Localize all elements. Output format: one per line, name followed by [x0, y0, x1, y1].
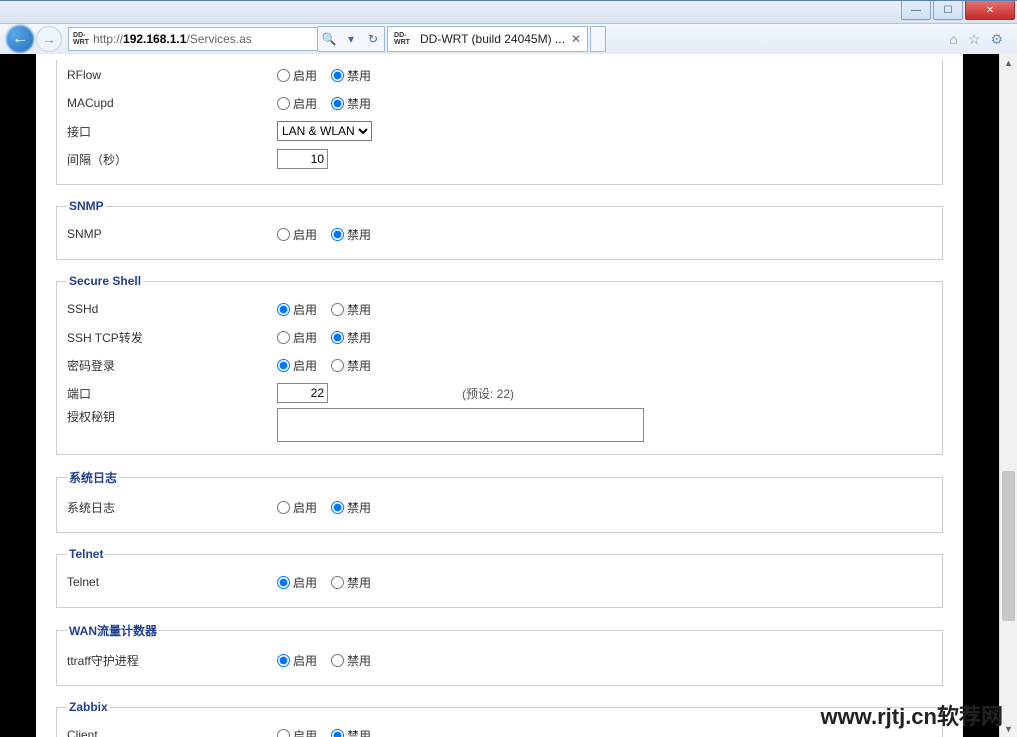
- radio-snmp-disable[interactable]: 禁用: [331, 226, 371, 243]
- search-icon[interactable]: 🔍: [318, 32, 340, 46]
- radio-sshd-enable[interactable]: 启用: [277, 301, 317, 318]
- section-title-ssh: Secure Shell: [67, 274, 143, 288]
- tab-title: DD-WRT (build 24045M) ...: [420, 32, 565, 46]
- section-rflow: RFlow 启用 禁用 MACupd 启用 禁用: [56, 60, 943, 185]
- close-button[interactable]: ✕: [965, 1, 1015, 20]
- radio-snmp-enable[interactable]: 启用: [277, 226, 317, 243]
- radio-telnet-disable[interactable]: 禁用: [331, 574, 371, 591]
- radio-ttraff-disable[interactable]: 禁用: [331, 652, 371, 669]
- label-interface: 接口: [67, 123, 277, 140]
- arrow-right-icon: →: [42, 31, 56, 47]
- browser-tab[interactable]: DD- WRT DD-WRT (build 24045M) ... ✕: [387, 26, 588, 52]
- arrow-left-icon: ←: [12, 30, 28, 48]
- label-pwlogin: 密码登录: [67, 357, 277, 374]
- label-port: 端口: [67, 385, 277, 402]
- section-telnet: Telnet Telnet 启用 禁用: [56, 547, 943, 608]
- new-tab-button[interactable]: [590, 26, 606, 52]
- radio-sshd-disable[interactable]: 禁用: [331, 301, 371, 318]
- page-scroll: RFlow / MACupd RFlow 启用 禁用 MACupd: [0, 54, 999, 737]
- minimize-button[interactable]: —: [901, 1, 931, 20]
- label-macupd: MACupd: [67, 96, 277, 110]
- textarea-authkeys[interactable]: [277, 408, 644, 442]
- section-title-snmp: SNMP: [67, 199, 106, 213]
- section-ssh: Secure Shell SSHd 启用 禁用 SSH TCP转发 启用: [56, 274, 943, 455]
- radio-syslog-disable[interactable]: 禁用: [331, 499, 371, 516]
- label-syslog: 系统日志: [67, 499, 277, 516]
- dropdown-icon[interactable]: ▾: [340, 32, 362, 46]
- section-title-wan: WAN流量计数器: [67, 622, 159, 639]
- section-zabbix: Zabbix Client 启用 禁用: [56, 700, 943, 737]
- input-ssh-port[interactable]: [277, 383, 328, 403]
- label-interval: 间隔（秒）: [67, 151, 277, 168]
- maximize-button[interactable]: ☐: [933, 1, 963, 20]
- tab-close-icon[interactable]: ✕: [571, 32, 581, 46]
- input-interval[interactable]: [277, 149, 328, 169]
- section-wan: WAN流量计数器 ttraff守护进程 启用 禁用: [56, 622, 943, 686]
- radio-rflow-disable[interactable]: 禁用: [331, 67, 371, 84]
- nav-bar: ← → DD- WRT http://192.168.1.1/Services.…: [0, 24, 1017, 55]
- section-title-zabbix: Zabbix: [67, 700, 110, 714]
- label-ttraff: ttraff守护进程: [67, 652, 277, 669]
- url-text: http://192.168.1.1/Services.as: [93, 32, 313, 46]
- radio-macupd-enable[interactable]: 启用: [277, 95, 317, 112]
- section-snmp: SNMP SNMP 启用 禁用: [56, 199, 943, 260]
- site-favicon: DD- WRT: [73, 31, 89, 47]
- scroll-up-icon[interactable]: ▲: [1000, 54, 1017, 71]
- select-interface[interactable]: LAN & WLAN: [277, 121, 372, 141]
- viewport: RFlow / MACupd RFlow 启用 禁用 MACupd: [0, 54, 1017, 737]
- address-bar[interactable]: DD- WRT http://192.168.1.1/Services.as: [68, 27, 318, 51]
- refresh-icon[interactable]: ↻: [362, 32, 384, 46]
- radio-syslog-enable[interactable]: 启用: [277, 499, 317, 516]
- radio-tcpfwd-enable[interactable]: 启用: [277, 329, 317, 346]
- scroll-down-icon[interactable]: ▼: [1000, 720, 1017, 737]
- home-icon[interactable]: ⌂: [949, 31, 957, 48]
- app-window: — ☐ ✕ ← → DD- WRT http://192.168.1.1/Ser…: [0, 0, 1017, 737]
- radio-ttraff-enable[interactable]: 启用: [277, 652, 317, 669]
- radio-tcpfwd-disable[interactable]: 禁用: [331, 329, 371, 346]
- toolbar-right: ⌂ ☆ ⚙: [949, 31, 1011, 48]
- hint-port-default: (预设: 22): [462, 385, 514, 402]
- section-title-syslog: 系统日志: [67, 469, 119, 486]
- label-sshd: SSHd: [67, 302, 277, 316]
- window-caption: — ☐ ✕: [0, 1, 1017, 24]
- tools-icon[interactable]: ⚙: [990, 31, 1003, 48]
- scroll-track[interactable]: [1000, 71, 1017, 720]
- label-rflow: RFlow: [67, 68, 277, 82]
- page-content: RFlow / MACupd RFlow 启用 禁用 MACupd: [36, 54, 963, 737]
- radio-rflow-enable[interactable]: 启用: [277, 67, 317, 84]
- address-tools: 🔍 ▾ ↻: [318, 26, 385, 52]
- label-telnet: Telnet: [67, 575, 277, 589]
- forward-button[interactable]: →: [36, 26, 62, 52]
- label-tcpfwd: SSH TCP转发: [67, 329, 277, 346]
- radio-pwlogin-disable[interactable]: 禁用: [331, 357, 371, 374]
- back-button[interactable]: ←: [6, 25, 34, 53]
- radio-zabbix-disable[interactable]: 禁用: [331, 727, 371, 737]
- label-authkeys: 授权秘钥: [67, 408, 277, 425]
- radio-pwlogin-enable[interactable]: 启用: [277, 357, 317, 374]
- vertical-scrollbar[interactable]: ▲ ▼: [999, 54, 1017, 737]
- section-title-telnet: Telnet: [67, 547, 105, 561]
- section-syslog: 系统日志 系统日志 启用 禁用: [56, 469, 943, 533]
- scroll-thumb[interactable]: [1002, 471, 1015, 621]
- radio-zabbix-enable[interactable]: 启用: [277, 727, 317, 737]
- tab-favicon: DD- WRT: [394, 31, 410, 47]
- favorites-icon[interactable]: ☆: [968, 31, 981, 48]
- radio-telnet-enable[interactable]: 启用: [277, 574, 317, 591]
- radio-macupd-disable[interactable]: 禁用: [331, 95, 371, 112]
- label-snmp: SNMP: [67, 227, 277, 241]
